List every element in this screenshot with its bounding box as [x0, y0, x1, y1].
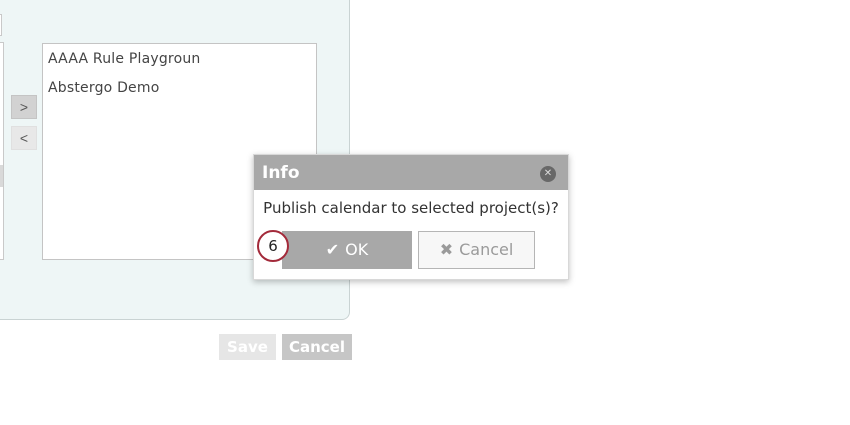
- dialog-message: Publish calendar to selected project(s)?: [263, 199, 559, 217]
- list-scrollbar[interactable]: [0, 165, 3, 187]
- list-item[interactable]: Abstergo Demo: [48, 78, 316, 107]
- checkmark-icon: ✔: [325, 240, 340, 259]
- dialog-title: Info: [262, 163, 300, 183]
- dialog-cancel-button[interactable]: ✖ Cancel: [418, 231, 535, 269]
- x-icon: ✖: [439, 240, 454, 259]
- close-icon[interactable]: ✕: [540, 166, 556, 182]
- ok-label: OK: [345, 240, 369, 259]
- footer-cancel-button[interactable]: Cancel: [282, 334, 352, 360]
- partial-input-field[interactable]: [0, 14, 2, 36]
- dialog-header: Info ✕: [254, 155, 568, 190]
- step-number-badge: 6: [257, 230, 289, 262]
- move-left-button[interactable]: <: [11, 126, 37, 150]
- available-projects-list[interactable]: [0, 42, 4, 260]
- info-dialog: Info ✕ Publish calendar to selected proj…: [253, 154, 569, 280]
- ok-button[interactable]: ✔ OK: [282, 231, 412, 269]
- move-right-button[interactable]: >: [11, 95, 37, 119]
- save-button[interactable]: Save: [219, 334, 276, 360]
- list-item[interactable]: AAAA Rule Playgroun: [48, 49, 316, 78]
- cancel-label: Cancel: [459, 240, 514, 259]
